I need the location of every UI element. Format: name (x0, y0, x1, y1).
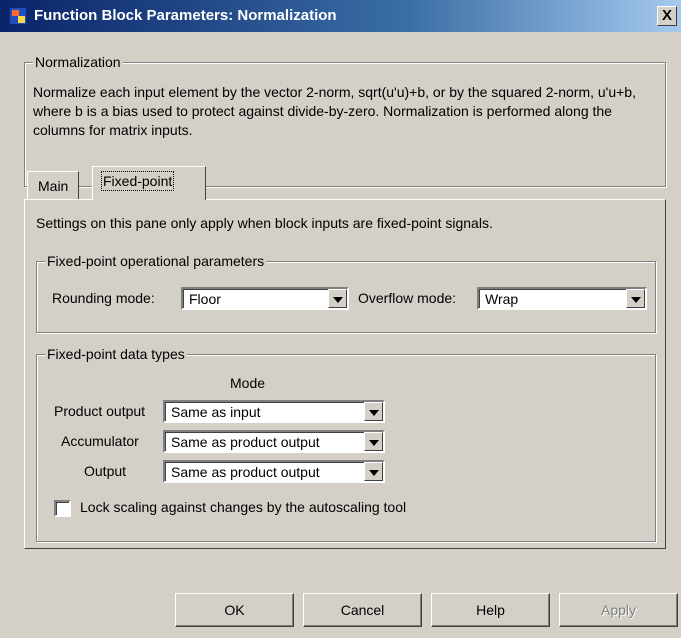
accumulator-value: Same as product output (171, 434, 320, 450)
operational-parameters-group: Fixed-point operational parameters Round… (36, 252, 656, 333)
product-output-value: Same as input (171, 404, 261, 420)
tab-fixed-point-label: Fixed-point (100, 171, 175, 191)
output-label: Output (84, 463, 127, 479)
chevron-down-icon[interactable] (364, 432, 383, 451)
accumulator-label: Accumulator (61, 433, 139, 449)
chevron-down-icon[interactable] (364, 462, 383, 481)
output-select[interactable]: Same as product output (163, 460, 385, 483)
product-output-label: Product output (54, 403, 146, 419)
title-bar: Function Block Parameters: Normalization… (0, 0, 681, 32)
description-text: Normalize each input element by the vect… (33, 84, 636, 138)
description-group-title: Normalization (33, 53, 123, 71)
chevron-down-icon[interactable] (626, 289, 645, 308)
window-title: Function Block Parameters: Normalization (34, 7, 337, 24)
close-icon[interactable]: X (657, 6, 677, 26)
rounding-mode-value: Floor (189, 291, 221, 307)
mode-column-header: Mode (230, 375, 266, 391)
cancel-button[interactable]: Cancel (303, 593, 422, 627)
ok-button[interactable]: OK (175, 593, 294, 627)
overflow-mode-label: Overflow mode: (358, 290, 457, 306)
rounding-mode-select[interactable]: Floor (181, 287, 349, 310)
chevron-down-icon[interactable] (328, 289, 347, 308)
tab-fixed-point[interactable]: Fixed-point (92, 166, 206, 200)
pane-info-text: Settings on this pane only apply when bl… (36, 215, 493, 231)
overflow-mode-value: Wrap (485, 291, 519, 307)
rounding-mode-label: Rounding mode: (52, 290, 155, 306)
overflow-mode-select[interactable]: Wrap (477, 287, 647, 310)
fixed-point-pane: Settings on this pane only apply when bl… (24, 199, 666, 549)
lock-scaling-label[interactable]: Lock scaling against changes by the auto… (80, 499, 406, 515)
tab-main-label: Main (38, 178, 69, 194)
accumulator-select[interactable]: Same as product output (163, 430, 385, 453)
data-types-group-title: Fixed-point data types (45, 345, 187, 363)
operational-group-title: Fixed-point operational parameters (45, 252, 267, 270)
apply-button[interactable]: Apply (559, 593, 678, 627)
chevron-down-icon[interactable] (364, 402, 383, 421)
simulink-block-icon (9, 7, 27, 25)
product-output-select[interactable]: Same as input (163, 400, 385, 423)
output-value: Same as product output (171, 464, 320, 480)
help-button[interactable]: Help (431, 593, 550, 627)
tab-main[interactable]: Main (27, 171, 80, 199)
